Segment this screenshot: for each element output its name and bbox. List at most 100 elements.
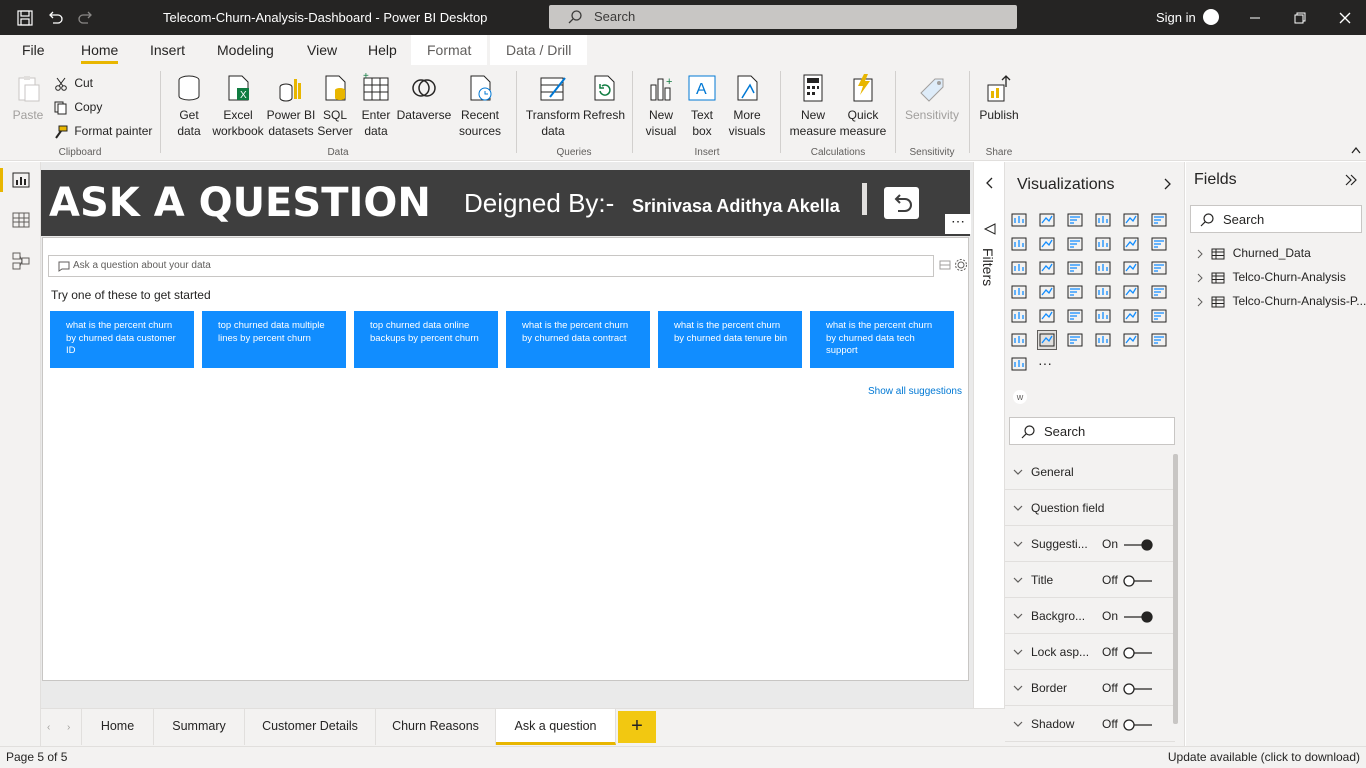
- toggle-switch[interactable]: [1123, 719, 1153, 731]
- format-section-row[interactable]: General: [1005, 454, 1175, 490]
- collapse-pane-icon[interactable]: [1344, 173, 1358, 187]
- sign-in-link[interactable]: Sign in: [1156, 10, 1196, 25]
- filled-map-icon[interactable]: [1038, 283, 1056, 301]
- title-search-box[interactable]: Search: [549, 5, 1017, 29]
- suggestion-button[interactable]: top churned data online backups by perce…: [354, 311, 498, 368]
- page-tab-customer-details[interactable]: Customer Details: [245, 709, 376, 745]
- format-section-row[interactable]: Lock asp... Off: [1005, 634, 1175, 670]
- format-section-row[interactable]: Shadow Off: [1005, 706, 1175, 742]
- chevron-left-icon[interactable]: [984, 176, 994, 190]
- chevron-right-icon[interactable]: [1163, 177, 1173, 191]
- python-icon[interactable]: [1122, 307, 1140, 325]
- toggle-switch[interactable]: [1123, 683, 1153, 695]
- field-table-item[interactable]: Churned_Data: [1196, 246, 1311, 260]
- suggestion-button[interactable]: top churned data multiple lines by perce…: [202, 311, 346, 368]
- dataverse-button[interactable]: Dataverse: [396, 73, 452, 123]
- menu-modeling[interactable]: Modeling: [217, 42, 274, 58]
- menu-home[interactable]: Home: [81, 42, 119, 64]
- format-section-row[interactable]: Border Off: [1005, 670, 1175, 706]
- sensitivity-button[interactable]: Sensitivity: [902, 73, 962, 123]
- quick-measure-button[interactable]: Quick measure: [838, 73, 888, 139]
- suggestion-button[interactable]: what is the percent churn by churned dat…: [658, 311, 802, 368]
- close-icon[interactable]: [1335, 8, 1355, 28]
- restore-icon[interactable]: [1290, 8, 1310, 28]
- qa-input[interactable]: Ask a question about your data: [48, 255, 934, 277]
- back-button[interactable]: [884, 187, 919, 219]
- format-section-row[interactable]: Title Off: [1005, 562, 1175, 598]
- publish-button[interactable]: Publish: [976, 73, 1022, 123]
- format-section-row[interactable]: Backgro... On: [1005, 598, 1175, 634]
- format-scrollbar[interactable]: [1173, 454, 1178, 724]
- suggestion-button[interactable]: what is the percent churn by churned dat…: [50, 311, 194, 368]
- excel-workbook-button[interactable]: X Excel workbook: [210, 73, 266, 139]
- minimize-icon[interactable]: [1245, 8, 1265, 28]
- donut-chart-icon[interactable]: [1122, 259, 1140, 277]
- refresh-button[interactable]: Refresh: [582, 73, 626, 123]
- power-automate-icon[interactable]: [1150, 331, 1168, 349]
- sql-server-button[interactable]: SQL Server: [316, 73, 354, 139]
- model-view-icon[interactable]: [12, 252, 30, 270]
- 100-bar-icon[interactable]: [1122, 211, 1140, 229]
- update-available-link[interactable]: Update available (click to download): [1168, 750, 1360, 764]
- page-tab-churn-reasons[interactable]: Churn Reasons: [376, 709, 496, 745]
- gauge-icon[interactable]: [1066, 283, 1084, 301]
- format-section-row[interactable]: Question field: [1005, 490, 1175, 526]
- data-view-icon[interactable]: [12, 212, 30, 228]
- fields-search[interactable]: Search: [1190, 205, 1362, 233]
- suggestion-button[interactable]: what is the percent churn by churned dat…: [810, 311, 954, 368]
- format-section-row[interactable]: Suggesti... On: [1005, 526, 1175, 562]
- page-tab-ask-a-question[interactable]: Ask a question: [496, 709, 616, 745]
- ribbon-chart-icon[interactable]: [1150, 235, 1168, 253]
- avatar[interactable]: [1203, 9, 1219, 25]
- new-measure-button[interactable]: New measure: [788, 73, 838, 139]
- toggle-switch[interactable]: [1123, 539, 1153, 551]
- menu-data-drill[interactable]: Data / Drill: [490, 35, 588, 65]
- menu-insert[interactable]: Insert: [150, 42, 185, 58]
- powerbi-datasets-button[interactable]: Power BI datasets: [266, 73, 316, 139]
- multirow-card-icon[interactable]: [1122, 283, 1140, 301]
- stacked-column-icon[interactable]: [1038, 211, 1056, 229]
- prev-page-icon[interactable]: ‹: [47, 722, 50, 733]
- toggle-switch[interactable]: [1123, 647, 1153, 659]
- copy-button[interactable]: Copy: [54, 99, 102, 115]
- line-column-icon[interactable]: [1094, 235, 1112, 253]
- page-tab-home[interactable]: Home: [81, 709, 154, 745]
- table-icon[interactable]: [1038, 307, 1056, 325]
- menu-help[interactable]: Help: [368, 42, 397, 58]
- key-influencers-icon[interactable]: [1150, 307, 1168, 325]
- format-painter-button[interactable]: Format painter: [54, 123, 152, 139]
- undo-icon[interactable]: [46, 9, 64, 27]
- paginated-report-icon[interactable]: [1094, 331, 1112, 349]
- 100-column-icon[interactable]: [1150, 211, 1168, 229]
- r-script-icon[interactable]: [1094, 307, 1112, 325]
- line-chart-icon[interactable]: [1010, 235, 1028, 253]
- cut-button[interactable]: Cut: [54, 75, 93, 91]
- stacked-area-icon[interactable]: [1066, 235, 1084, 253]
- card-icon[interactable]: [1094, 283, 1112, 301]
- qa-layout-icon[interactable]: [939, 259, 951, 271]
- transform-data-button[interactable]: Transform data: [524, 73, 582, 139]
- slicer-icon[interactable]: [1010, 307, 1028, 325]
- toggle-switch[interactable]: [1123, 575, 1153, 587]
- pie-chart-icon[interactable]: [1094, 259, 1112, 277]
- more-visuals-button[interactable]: More visuals: [722, 73, 772, 139]
- enter-data-button[interactable]: + Enter data: [357, 73, 395, 139]
- get-data-button[interactable]: Get data: [170, 73, 208, 139]
- power-apps-icon[interactable]: [1122, 331, 1140, 349]
- paste-button[interactable]: Paste: [10, 73, 46, 123]
- qa-visual[interactable]: Ask a question about your data Try one o…: [42, 237, 969, 681]
- collapse-ribbon-icon[interactable]: [1350, 145, 1362, 155]
- area-chart-icon[interactable]: [1038, 235, 1056, 253]
- field-table-item[interactable]: Telco-Churn-Analysis-P...: [1196, 294, 1366, 308]
- clustered-column-icon[interactable]: [1094, 211, 1112, 229]
- arcgis-icon[interactable]: [1010, 355, 1028, 373]
- recent-sources-button[interactable]: Recent sources: [452, 73, 508, 139]
- format-tab-icon[interactable]: w: [1013, 390, 1027, 404]
- kpi-icon[interactable]: [1150, 283, 1168, 301]
- decomposition-tree-icon[interactable]: [1010, 331, 1028, 349]
- menu-format[interactable]: Format: [411, 35, 488, 65]
- add-page-button[interactable]: +: [618, 711, 656, 743]
- more-visuals-icon[interactable]: ···: [1038, 355, 1056, 373]
- next-page-icon[interactable]: ›: [67, 722, 70, 733]
- menu-view[interactable]: View: [307, 42, 337, 58]
